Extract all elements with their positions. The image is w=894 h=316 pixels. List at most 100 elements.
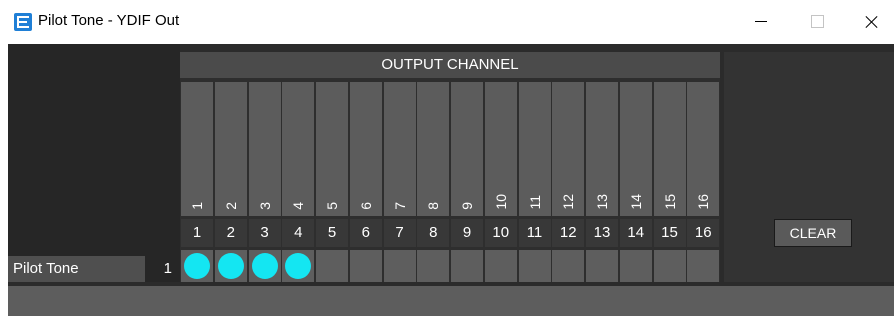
crosspoint-button[interactable]: [484, 250, 517, 282]
channel-name-cell[interactable]: 6: [349, 82, 382, 216]
channel-number: 6: [349, 219, 382, 247]
crosspoint-button[interactable]: [282, 250, 315, 282]
right-panel: CLEAR: [724, 52, 894, 282]
channel-name: 16: [695, 194, 712, 210]
row-label-pilot-tone: Pilot Tone: [8, 256, 145, 282]
channel-number: 5: [316, 219, 348, 247]
channel-name-cell[interactable]: 3: [248, 82, 281, 216]
channel-column: 16 16: [687, 82, 720, 282]
channel-column: 14 14: [619, 82, 652, 282]
channel-name: 3: [256, 202, 273, 210]
channel-number: 7: [383, 219, 416, 247]
channel-name: 8: [425, 202, 442, 210]
status-bar: [8, 286, 894, 316]
channel-name: 9: [459, 202, 475, 210]
channel-column: 22: [214, 82, 247, 282]
channel-name: 4: [290, 202, 307, 210]
crosspoint-button[interactable]: [181, 250, 213, 282]
channel-name-cell[interactable]: 13: [586, 82, 618, 216]
channel-name: 7: [391, 202, 408, 210]
channel-name-cell[interactable]: 15: [653, 82, 686, 216]
channel-number: 9: [451, 219, 483, 247]
minimize-button[interactable]: [738, 0, 784, 42]
channel-column: 10 10: [484, 82, 517, 282]
channel-number: 4: [282, 219, 315, 247]
crosspoint-on-indicator: [251, 253, 278, 279]
channel-number: 11: [518, 219, 551, 247]
crosspoint-button[interactable]: [214, 250, 247, 282]
crosspoint-button[interactable]: [518, 250, 551, 282]
channel-column: 66: [349, 82, 382, 282]
crosspoint-button[interactable]: [687, 250, 720, 282]
matrix-panel: OUTPUT CHANNEL 1 1 2 2 3 3 4 4 5 5 6 6 7 7 8 8 9 9 10 10 11 1…: [180, 52, 720, 282]
crosspoint-button[interactable]: [417, 250, 450, 282]
crosspoint-button[interactable]: [451, 250, 483, 282]
channel-name: 15: [661, 194, 678, 210]
channel-column: 11 11: [518, 82, 551, 282]
channel-number: 13: [586, 219, 618, 247]
channel-name-cell[interactable]: 16: [687, 82, 720, 216]
channel-column: 55: [316, 82, 348, 282]
channel-name-cell[interactable]: 4: [282, 82, 315, 216]
crosspoint-button[interactable]: [586, 250, 618, 282]
channel-name-cell[interactable]: 11: [518, 82, 551, 216]
crosspoint-button[interactable]: [248, 250, 281, 282]
crosspoint-button[interactable]: [653, 250, 686, 282]
channel-name: 10: [492, 194, 509, 210]
channel-name: 13: [594, 194, 610, 210]
close-button[interactable]: [848, 0, 894, 42]
channel-name: 12: [560, 194, 577, 210]
crosspoint-button[interactable]: [552, 250, 585, 282]
maximize-button[interactable]: [794, 0, 840, 42]
pilot-tone-matrix-window: OUTPUT CHANNEL 1 1 2 2 3 3 4 4 5 5 6 6 7 7 8 8 9 9 10 10 11 1…: [8, 44, 894, 316]
channel-column: 88: [417, 82, 450, 282]
crosspoint-on-indicator: [217, 253, 244, 279]
channel-name-cell[interactable]: 1: [181, 82, 213, 216]
channel-number: 15: [653, 219, 686, 247]
channel-name-cell[interactable]: 2: [214, 82, 247, 216]
channel-column: 11: [181, 82, 213, 282]
channel-number: 10: [484, 219, 517, 247]
channel-number: 3: [248, 219, 281, 247]
channel-column: 12 12: [552, 82, 585, 282]
channel-name-cell[interactable]: 12: [552, 82, 585, 216]
crosspoint-on-indicator: [285, 253, 312, 279]
channel-name: 11: [526, 195, 543, 210]
crosspoint-button[interactable]: [383, 250, 416, 282]
output-channel-header: OUTPUT CHANNEL: [180, 52, 720, 78]
crosspoint-button[interactable]: [349, 250, 382, 282]
channel-number: 14: [619, 219, 652, 247]
channel-column: 15 15: [653, 82, 686, 282]
channel-name: 2: [222, 202, 239, 210]
channel-name: 6: [357, 202, 374, 210]
channel-number: 16: [687, 219, 720, 247]
window-title: Pilot Tone - YDIF Out: [38, 12, 180, 29]
channel-column: 13 13: [586, 82, 618, 282]
channel-name-cell[interactable]: 5: [316, 82, 348, 216]
channel-column: 44: [282, 82, 315, 282]
channel-name-cell[interactable]: 10: [484, 82, 517, 216]
channel-name: 14: [627, 194, 644, 210]
channel-column: 77: [383, 82, 416, 282]
channel-number: 8: [417, 219, 450, 247]
crosspoint-button[interactable]: [619, 250, 652, 282]
channel-column: 99: [451, 82, 483, 282]
channel-number: 2: [214, 219, 247, 247]
channel-name-cell[interactable]: 14: [619, 82, 652, 216]
app-logo-icon: [14, 13, 32, 31]
channel-number: 1: [181, 219, 213, 247]
crosspoint-on-indicator: [184, 253, 210, 279]
channel-name: 5: [324, 202, 340, 210]
channel-name-cell[interactable]: 9: [451, 82, 483, 216]
row-index: 1: [163, 260, 172, 277]
title-bar: Pilot Tone - YDIF Out: [0, 0, 894, 42]
channel-columns: 1 1 2 2 3 3 4 4 5 5 6 6 7 7 8 8 9 9 10 10 11 11 12 12 13 13 14 14 15…: [180, 82, 720, 282]
channel-column: 33: [248, 82, 281, 282]
channel-number: 12: [552, 219, 585, 247]
channel-name-cell[interactable]: 7: [383, 82, 416, 216]
clear-button[interactable]: CLEAR: [774, 219, 852, 247]
crosspoint-button[interactable]: [316, 250, 348, 282]
left-panel: [8, 44, 180, 282]
channel-name-cell[interactable]: 8: [417, 82, 450, 216]
channel-name: 1: [189, 202, 205, 210]
